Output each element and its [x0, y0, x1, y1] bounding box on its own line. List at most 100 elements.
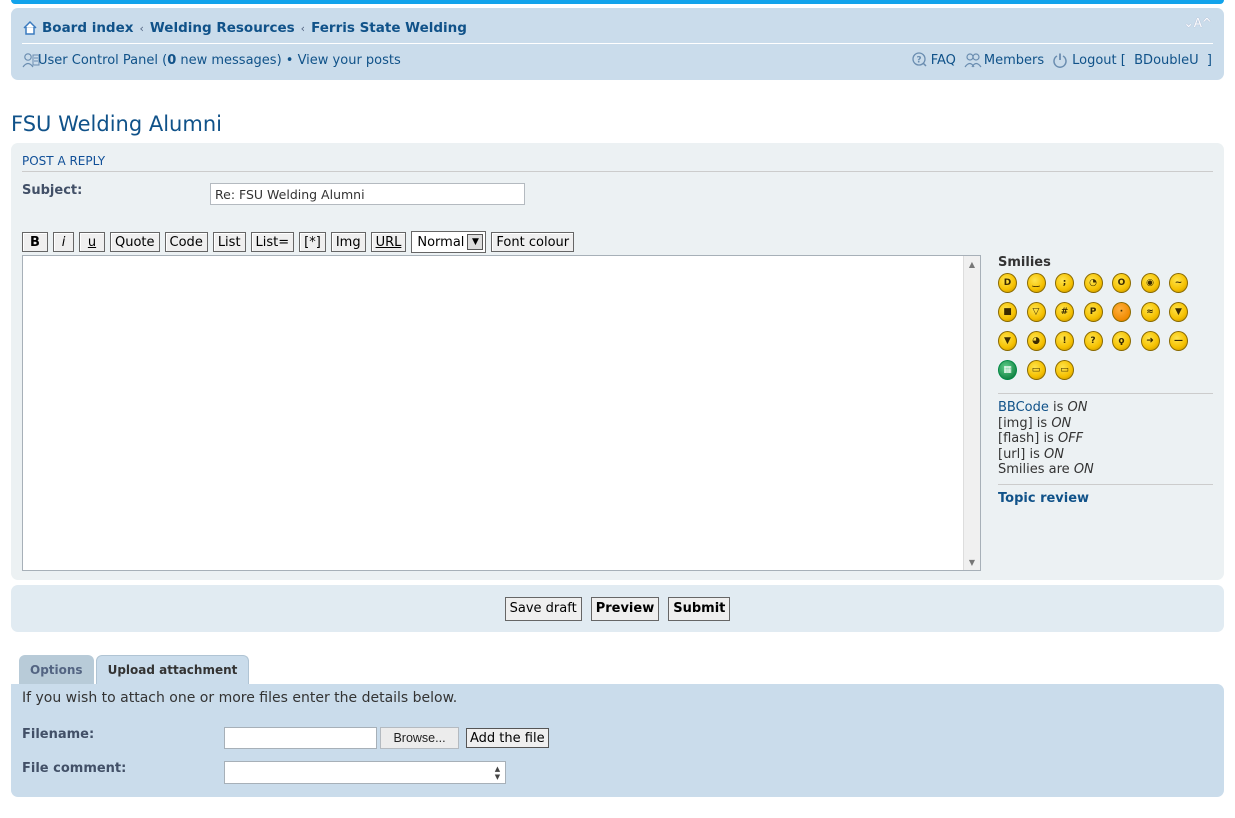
smiley-mad-icon[interactable]: #: [1055, 302, 1074, 322]
scroll-down-arrow-icon[interactable]: ▼: [495, 773, 500, 781]
user-control-panel-link[interactable]: User Control Panel: [38, 53, 158, 68]
smilies-grid: D ‿; ◔ O ◉ ~ ■ ▽ # P · ≈ ▼ ▼ ◕!? ϙ ➜ — ▦ ▭ ▭: [998, 273, 1213, 380]
tab-upload-attachment[interactable]: Upload attachment: [95, 655, 250, 684]
scroll-down-arrow-icon[interactable]: ▼: [964, 554, 980, 570]
ordered-list-button[interactable]: List=: [250, 232, 295, 252]
navbar: Board index ‹ Welding Resources ‹ Ferris…: [11, 8, 1224, 80]
smiley-face-glyph: —: [1174, 335, 1183, 346]
smiley-twisted-evil-icon[interactable]: ▼: [998, 331, 1017, 351]
smiley-face-glyph: ▦: [1003, 364, 1012, 375]
navbar-divider: [22, 43, 1213, 44]
smiley-face-glyph: ■: [1003, 306, 1012, 317]
smiley-face-glyph: ‿: [1032, 277, 1040, 288]
smilies-heading: Smilies: [998, 255, 1051, 270]
topic-review-link[interactable]: Topic review: [998, 491, 1213, 506]
code-button[interactable]: Code: [164, 232, 208, 252]
tab-options[interactable]: Options: [19, 655, 94, 684]
smiley-face-glyph: ▭: [1060, 364, 1069, 375]
smiley-face-glyph: ~: [1174, 277, 1183, 288]
username-bracket-open: [: [1120, 52, 1130, 68]
smiley-face-glyph: ;: [1062, 277, 1067, 288]
submit-button[interactable]: Submit: [668, 596, 731, 621]
filename-input[interactable]: [224, 727, 377, 749]
url-button[interactable]: URL: [370, 232, 407, 252]
smiley-face-glyph: O: [1117, 277, 1126, 288]
message-scrollbar[interactable]: ▲ ▼: [963, 256, 980, 570]
smiley-face-glyph: ≈: [1146, 306, 1154, 317]
bbcode-help-link[interactable]: BBCode: [998, 400, 1049, 415]
smiley-embarrassed-icon[interactable]: ·: [1112, 302, 1131, 322]
subject-label: Subject:: [22, 183, 83, 198]
smiley-confused-icon[interactable]: ~: [1169, 273, 1188, 293]
smilies-status: Smilies are ON: [998, 462, 1213, 478]
smiley-razz-icon[interactable]: P: [1083, 302, 1103, 322]
bullet-separator: •: [281, 52, 298, 68]
scroll-up-arrow-icon[interactable]: ▲: [964, 256, 980, 272]
preview-button[interactable]: Preview: [590, 596, 660, 621]
url-state: ON: [1044, 446, 1064, 462]
attachment-intro: If you wish to attach one or more files …: [22, 690, 458, 706]
smiley-neutral-icon[interactable]: —: [1169, 331, 1188, 351]
scroll-up-arrow-icon[interactable]: ▲: [495, 765, 500, 773]
smiley-crying-icon[interactable]: ≈: [1140, 302, 1160, 322]
smiley-wink-icon[interactable]: ;: [1055, 273, 1074, 293]
post-reply-heading: POST A REPLY: [22, 154, 1213, 172]
smiley-face-glyph: ◕: [1032, 335, 1040, 346]
user-links: User Control Panel ( 0 new messages) • V…: [22, 52, 401, 68]
underline-button[interactable]: u: [79, 232, 105, 252]
smiley-face-glyph: ◉: [1146, 277, 1154, 288]
img-button[interactable]: Img: [330, 232, 366, 252]
file-comment-input[interactable]: ▲ ▼: [224, 761, 506, 784]
bold-button[interactable]: B: [22, 232, 48, 252]
list-button[interactable]: List: [212, 232, 246, 252]
save-draft-button[interactable]: Save draft: [504, 596, 582, 621]
smiley-mr-green-icon[interactable]: ▦: [998, 360, 1017, 380]
subject-input[interactable]: [210, 183, 525, 205]
smiley-exclaim-icon[interactable]: !: [1055, 331, 1074, 351]
breadcrumb-ferris-state-welding[interactable]: Ferris State Welding: [311, 20, 467, 36]
members-icon: [964, 52, 982, 68]
view-your-posts-link[interactable]: View your posts: [298, 53, 401, 68]
smiley-question-icon[interactable]: ?: [1083, 331, 1103, 351]
smiley-face-glyph: #: [1060, 306, 1069, 317]
message-textarea[interactable]: ▲ ▼: [22, 255, 981, 571]
smiley-smile-icon[interactable]: ‿: [1026, 273, 1046, 293]
smiley-face-glyph: !: [1062, 335, 1067, 346]
smiley-rolling-eyes-2-icon[interactable]: ◕: [1026, 331, 1046, 351]
smiley-cool-icon[interactable]: ■: [998, 302, 1017, 322]
smilies-status-label: Smilies are: [998, 462, 1074, 477]
new-messages-link[interactable]: new messages): [176, 53, 281, 68]
bbcode-toolbar: B i u Quote Code List List= [*] Img URL …: [22, 231, 575, 253]
add-file-button[interactable]: Add the file: [466, 728, 549, 748]
smiley-arrow-icon[interactable]: ➜: [1140, 331, 1160, 351]
font-size-toggle[interactable]: ⌄A^: [1184, 16, 1212, 30]
font-size-select[interactable]: Normal ▼: [411, 231, 487, 253]
font-colour-button[interactable]: Font colour: [491, 232, 575, 252]
smiley-ugeek-icon[interactable]: ▭: [1055, 360, 1074, 380]
smiley-eek-icon[interactable]: ◉: [1140, 273, 1160, 293]
browse-button[interactable]: Browse...: [380, 727, 459, 749]
smiley-idea-icon[interactable]: ϙ: [1112, 331, 1131, 351]
faq-icon: ?: [911, 52, 927, 68]
breadcrumb-welding-resources[interactable]: Welding Resources: [150, 20, 295, 36]
italic-button[interactable]: i: [53, 232, 74, 252]
quote-button[interactable]: Quote: [110, 232, 160, 252]
smiley-geek-icon[interactable]: ▭: [1026, 360, 1046, 380]
faq-link[interactable]: FAQ: [931, 53, 956, 68]
breadcrumb-board-index[interactable]: Board index: [42, 20, 133, 36]
top-accent-stripe: [11, 0, 1224, 4]
svg-text:?: ?: [916, 56, 921, 66]
smiley-face-glyph: P: [1089, 306, 1097, 317]
smiley-laughing-icon[interactable]: ▽: [1026, 302, 1046, 322]
members-link[interactable]: Members: [984, 53, 1044, 68]
smiley-evil-icon[interactable]: ▼: [1169, 302, 1188, 322]
smiley-surprised-icon[interactable]: O: [1112, 273, 1131, 293]
comment-scrollbar[interactable]: ▲ ▼: [490, 762, 505, 783]
list-item-button[interactable]: [*]: [299, 232, 326, 252]
logout-link[interactable]: Logout [ BDoubleU ]: [1072, 53, 1212, 68]
img-status-label: [img] is: [998, 415, 1052, 431]
smiley-face-glyph: ◔: [1089, 277, 1097, 288]
smiley-very-happy-icon[interactable]: D: [998, 273, 1017, 293]
smiley-rolling-eyes-icon[interactable]: ◔: [1083, 273, 1103, 293]
smiley-face-glyph: ?: [1090, 335, 1096, 346]
